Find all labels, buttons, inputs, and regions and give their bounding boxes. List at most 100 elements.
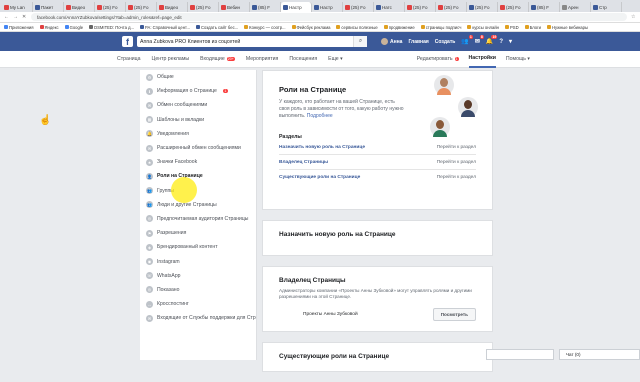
bookmark-item[interactable]: Приложения [4,25,34,30]
sidebar-item[interactable]: 👤 Роли на Странице [140,169,256,183]
home-link[interactable]: Главная [408,39,428,45]
browser-tab[interactable]: (25) Fo [436,2,467,12]
browser-tab[interactable]: Стр [591,2,622,12]
sidebar-item[interactable]: ★ Значки Facebook [140,155,256,169]
page-nav-item[interactable]: Еще ▾ [328,56,343,62]
browser-tab[interactable]: (25) Fo [405,2,436,12]
reload-icon[interactable]: ✕ [22,14,27,20]
page-nav-item[interactable]: Редактировать 1 [417,56,459,62]
create-link[interactable]: Создать [435,39,456,45]
bookmark-item[interactable]: Фейсбук реклама [291,25,330,30]
bookmark-item[interactable]: Создать сайт бес... [195,25,238,30]
bookmark-label: Нужные вебинары [552,24,588,30]
messenger-icon[interactable]: ✉ 8 [475,35,484,45]
bookmark-item[interactable]: Google [64,25,83,30]
sidebar-item[interactable]: ✉ Расширенный обмен сообщениями [140,141,256,155]
bookmark-item[interactable]: Нужные вебинары [547,25,588,30]
search-input[interactable]: Anna Zubkova PRO Клиентов из соцсетей ⌕ [137,36,367,47]
page-nav-item[interactable]: Посещения [289,56,317,62]
page-nav-item[interactable]: Страница [117,56,141,62]
chat-tab-minimized[interactable] [486,349,554,360]
page-nav-item[interactable]: Входящие 20+ [200,56,235,62]
sidebar-item[interactable]: ⚙ Общие [140,70,256,84]
sidebar-item[interactable]: ▦ Шаблоны и вкладки [140,113,256,127]
browser-tab[interactable]: (85) F [529,2,560,12]
back-icon[interactable]: ← [4,14,9,20]
browser-tab[interactable]: Вебин [219,2,250,12]
view-button[interactable]: Посмотреть [432,308,476,321]
sidebar-item-label: Instagram [157,258,180,265]
sidebar-item[interactable]: 🔔 Уведомления [140,127,256,141]
sidebar-item[interactable]: ⚑ Разрешения [140,226,256,240]
bookmark-item[interactable]: РА: Справочный цент... [140,25,190,30]
profile-link[interactable]: Анна [381,38,402,45]
browser-tab[interactable]: Пакет [33,2,64,12]
browser-tab[interactable]: (25) Fo [467,2,498,12]
search-icon[interactable]: ⌕ [353,36,367,47]
tab-label: (25) Fo [444,4,459,10]
browser-tab[interactable]: (25) Fo [498,2,529,12]
browser-tab[interactable]: (25) Fo [188,2,219,12]
browser-tab[interactable]: My Lan [2,2,33,12]
bookmark-item[interactable]: продвижение [383,25,415,30]
notifications-icon[interactable]: 🔔 19 [486,35,498,45]
chat-bar[interactable]: Чат (0) [559,349,640,360]
sidebar-item[interactable]: ◉ Instagram [140,254,256,268]
bookmark-item[interactable]: Яндекс [39,25,59,30]
friends-icon[interactable]: 👥 1 [461,35,473,45]
sidebar-item[interactable]: ✉ Входящие от Службы поддержки для Стр [140,311,256,325]
tab-favicon-icon [35,4,40,10]
browser-tab[interactable]: Натс [374,2,405,12]
go-to-section-link[interactable]: Перейти к раздел [437,160,476,165]
bookmark-item[interactable]: сервисы полезные [336,25,378,30]
star-icon[interactable]: ☆ [631,14,636,20]
tab-label: Арен [568,4,579,10]
dropdown-icon[interactable]: ▾ [509,38,512,45]
sidebar-item[interactable]: ☏ WhatsApp [140,269,256,283]
section-link[interactable]: Существующие роли на Странице [279,175,360,180]
page-nav-item[interactable]: Мероприятия [246,56,279,62]
bookmark-item[interactable]: курсы онлайн [467,25,499,30]
help-icon[interactable]: ? [499,39,503,45]
browser-tab[interactable]: Арен [560,2,591,12]
sidebar-item[interactable]: ◎ Показано [140,283,256,297]
bookmark-item[interactable]: Конкурс — соотр... [244,25,286,30]
browser-tab[interactable]: Видео [157,2,188,12]
sidebar-item[interactable]: ✉ Обмен сообщениями [140,98,256,112]
facebook-logo-icon[interactable]: f [122,36,133,47]
browser-tab[interactable]: (25) Fo [126,2,157,12]
page-nav-item[interactable]: Центр рекламы [152,56,190,62]
learn-more-link[interactable]: Подробнее [307,113,333,119]
sections-list: Назначить новую роль на Странице Перейти … [279,140,476,184]
browser-tab[interactable]: (85) F [250,2,281,12]
sidebar-item[interactable]: ↔ Кросспостинг [140,297,256,311]
sidebar-item[interactable]: 👥 Люди и другие Страницы [140,198,256,212]
section-link[interactable]: Назначить новую роль на Странице [279,145,365,150]
forward-icon[interactable]: → [13,14,18,20]
browser-tab[interactable]: (25) Fo [95,2,126,12]
sidebar-item[interactable]: ℹ Информация о Странице 1 [140,84,256,98]
page-nav-item[interactable]: Помощь ▾ [506,56,530,62]
sidebar-item-label: Обмен сообщениями [157,102,208,109]
tab-favicon-icon [283,4,288,10]
section-link[interactable]: Владелец Страницы [279,160,328,165]
bookmark-item[interactable]: PSD [504,25,519,30]
bookmark-label: РА: Справочный цент... [145,24,190,30]
sidebar-item[interactable]: 👥 Группы [140,184,256,198]
browser-tab[interactable]: Видео [64,2,95,12]
sidebar-item[interactable]: ◎ Предпочитаемая аудитория Страницы [140,212,256,226]
bookmark-item[interactable]: DSMITED: Почта д... [89,25,134,30]
bookmark-item[interactable]: страницы подписч [420,25,461,30]
url-input[interactable]: facebook.com/AnnaYZubkova/settings/?tab=… [31,13,627,21]
go-to-section-link[interactable]: Перейти к раздел [437,145,476,150]
owner-name[interactable]: Проекты Анны Зубковой [303,312,358,317]
sidebar-item[interactable]: ◈ Брендированный контент [140,240,256,254]
go-to-section-link[interactable]: Перейти к раздел [437,175,476,180]
browser-tab[interactable]: Настр [312,2,343,12]
tab-label: (25) Fo [103,4,118,10]
bookmark-item[interactable]: Блоги [524,25,541,30]
page-nav-item[interactable]: Настройки [468,51,496,68]
browser-tab[interactable]: Настр [281,2,312,12]
browser-tab[interactable]: (25) Fo [343,2,374,12]
tab-label: (25) Fo [413,4,428,10]
